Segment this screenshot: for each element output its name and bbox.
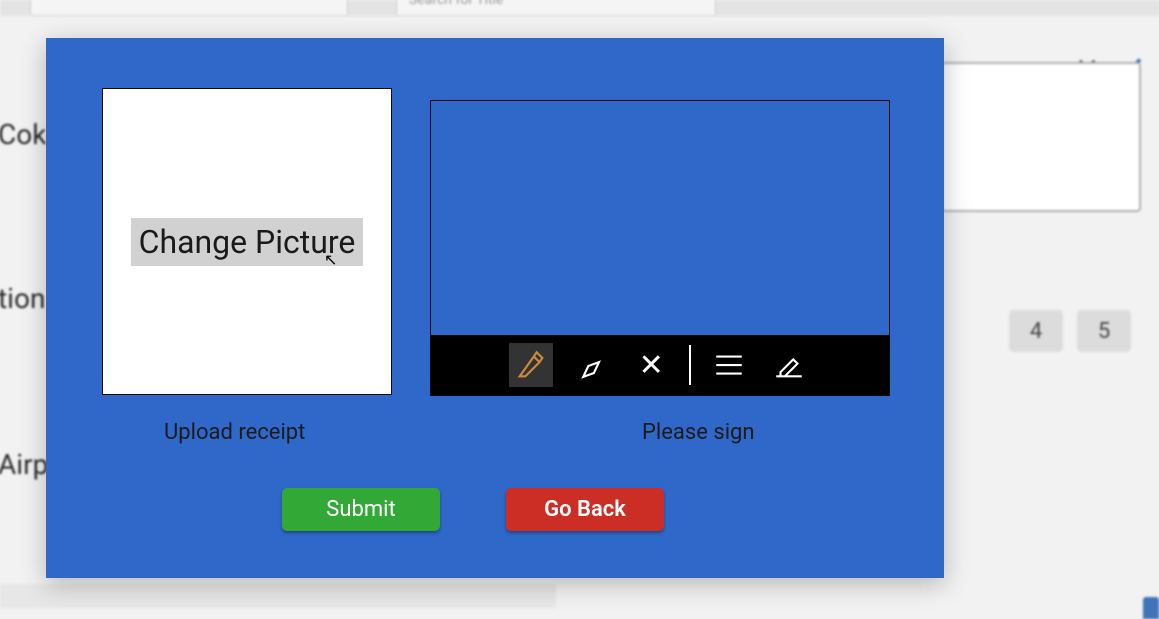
bg-search-placeholder: Search for Title (397, 0, 715, 5)
go-back-button[interactable]: Go Back (506, 488, 664, 531)
bg-text-row: tion (0, 282, 45, 315)
bg-divider (0, 584, 556, 608)
signature-panel[interactable]: ✕ (430, 100, 890, 396)
page-button[interactable]: 5 (1077, 310, 1131, 352)
upload-sign-modal: Change Picture Upload receipt ✕ (46, 38, 944, 578)
bg-signature-box (941, 62, 1141, 212)
lines-icon[interactable] (707, 343, 751, 387)
bg-text-row: Airp (0, 448, 48, 481)
upload-receipt-panel: Change Picture (102, 88, 392, 395)
eraser-icon[interactable] (569, 343, 613, 387)
modal-actions: Submit Go Back (282, 488, 664, 531)
edit-icon[interactable] (767, 343, 811, 387)
page-button[interactable]: 4 (1009, 310, 1063, 352)
bg-search-input[interactable]: Search for Title (396, 0, 716, 16)
scrollbar-thumb[interactable] (1143, 597, 1159, 619)
upload-caption: Upload receipt (164, 420, 305, 445)
signature-toolbar: ✕ (431, 335, 889, 395)
pen-icon[interactable] (509, 343, 553, 387)
clear-icon[interactable]: ✕ (629, 343, 673, 387)
sign-caption: Please sign (642, 420, 755, 445)
change-picture-button[interactable]: Change Picture (131, 218, 364, 266)
submit-button[interactable]: Submit (282, 488, 440, 531)
bg-filter-dropdown[interactable] (30, 0, 348, 16)
toolbar-divider (689, 345, 691, 385)
